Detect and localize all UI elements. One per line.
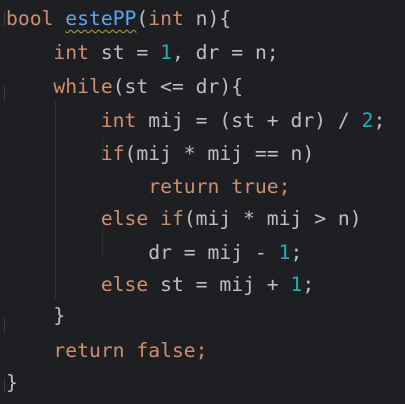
fold-marker[interactable]	[0, 86, 5, 100]
code-token: ;	[373, 109, 386, 132]
code-token: 2	[361, 109, 374, 132]
code-token: else	[100, 273, 149, 296]
code-line-10[interactable]: }	[6, 301, 65, 331]
code-line-7[interactable]: else if(mij * mij > n)	[6, 204, 362, 234]
code-token: st = mij +	[148, 273, 291, 296]
code-token: 1	[160, 41, 172, 64]
fold-marker[interactable]	[0, 318, 5, 332]
code-token: n){	[183, 7, 232, 30]
code-token: (st <= dr){	[112, 75, 244, 98]
code-token: }	[6, 304, 66, 327]
code-token: dr = mij -	[6, 241, 279, 264]
code-token: else if	[100, 207, 184, 230]
code-token: estePP	[65, 7, 137, 30]
code-line-2[interactable]: int st = 1, dr = n;	[6, 38, 279, 68]
code-token: mij = (st + dr) /	[136, 109, 362, 132]
code-token: int	[100, 109, 137, 132]
code-token: 1	[290, 273, 303, 296]
code-token: ;	[195, 339, 208, 362]
code-token: bool	[6, 7, 54, 30]
code-token: ;	[302, 273, 315, 296]
code-token: }	[6, 371, 18, 394]
code-token: return false	[53, 339, 196, 362]
code-token: return true	[148, 175, 279, 198]
code-token: (	[136, 7, 149, 30]
code-line-9[interactable]: else st = mij + 1;	[6, 270, 314, 300]
code-token: int	[148, 7, 184, 30]
code-token: if	[100, 142, 125, 165]
code-token: (mij * mij > n)	[183, 207, 362, 230]
code-editor[interactable]: bool estePP(int n){ int st = 1, dr = n; …	[0, 0, 405, 404]
code-token: while	[53, 75, 113, 98]
code-line-8[interactable]: dr = mij - 1;	[6, 238, 302, 268]
code-token: st =	[88, 41, 161, 64]
code-line-1[interactable]: bool estePP(int n){	[6, 4, 231, 34]
fold-marker[interactable]	[0, 12, 5, 26]
code-line-6[interactable]: return true;	[6, 172, 291, 202]
code-line-11[interactable]: return false;	[6, 336, 208, 366]
code-token: ;	[278, 175, 291, 198]
code-line-5[interactable]: if(mij * mij == n)	[6, 139, 314, 169]
code-line-4[interactable]: int mij = (st + dr) / 2;	[6, 106, 386, 136]
code-token: ;	[290, 241, 303, 264]
code-line-3[interactable]: while(st <= dr){	[6, 72, 243, 102]
code-token: , dr = n;	[171, 41, 279, 64]
fold-marker[interactable]	[0, 378, 5, 392]
code-token: int	[53, 41, 89, 64]
code-token: 1	[278, 241, 291, 264]
code-line-12[interactable]: }	[6, 368, 18, 398]
code-token: (mij * mij == n)	[124, 142, 315, 165]
